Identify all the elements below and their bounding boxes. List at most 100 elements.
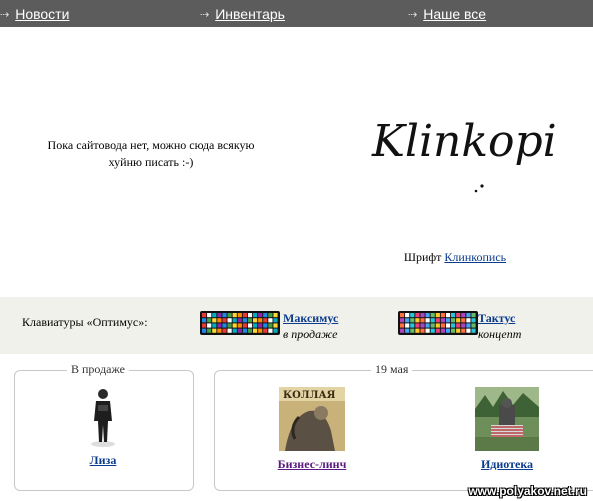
- keyboard-key: [451, 323, 456, 328]
- keyboard-key: [263, 318, 268, 323]
- keyboard-key: [273, 323, 278, 328]
- keyboard-key: [212, 318, 217, 323]
- keyboard-key: [415, 318, 420, 323]
- keyboard-key: [212, 313, 217, 318]
- nav-link-inventory[interactable]: Инвентарь: [215, 6, 285, 22]
- keyboard-key: [212, 328, 217, 333]
- keyboard-key: [456, 328, 461, 333]
- nav-link-news[interactable]: Новости: [15, 6, 69, 22]
- product-item-liza: Лиза: [73, 387, 133, 468]
- cover-title: КОЛЛАЯ: [283, 390, 336, 401]
- keyboard-key: [207, 323, 212, 328]
- keyboard-key: [471, 318, 476, 323]
- business-lunch-link[interactable]: Бизнес-линч: [278, 457, 347, 471]
- keyboard-key: [258, 323, 263, 328]
- keyboard-key: [263, 313, 268, 318]
- keyboard-key: [217, 313, 222, 318]
- keyboard-key: [420, 328, 425, 333]
- keyboard-key: [273, 313, 278, 318]
- keyboard-key: [445, 328, 451, 333]
- keyboard-key: [425, 313, 430, 318]
- maximus-keyboard-image[interactable]: [200, 311, 280, 335]
- keyboard-key: [227, 328, 232, 333]
- keyboard-key: [415, 328, 420, 333]
- keyboard-key: [258, 318, 263, 323]
- keyboard-key: [232, 318, 237, 323]
- keyboard-key: [247, 313, 253, 318]
- liza-figure-image[interactable]: [88, 387, 118, 447]
- keyboard-key: [247, 323, 253, 328]
- liza-link[interactable]: Лиза: [90, 453, 117, 467]
- keyboard-key: [451, 328, 456, 333]
- nav-item-our-all[interactable]: ⇢ Наше все: [408, 5, 486, 23]
- keyboard-key: [227, 318, 232, 323]
- keyboard-key: [435, 313, 440, 318]
- keyboard-key: [263, 323, 268, 328]
- keyboard-key: [451, 313, 456, 318]
- nav-item-inventory[interactable]: ⇢ Инвентарь: [200, 5, 285, 23]
- keyboard-key: [400, 328, 405, 333]
- idioteka-link[interactable]: Идиотека: [481, 457, 533, 471]
- keyboard-key: [430, 328, 435, 333]
- keyboard-key: [253, 313, 258, 318]
- on-sale-legend: В продаже: [67, 362, 129, 377]
- logo-text: Klinkopis: [371, 116, 556, 167]
- arrow-right-icon: ⇢: [0, 7, 10, 21]
- keyboard-key: [435, 323, 440, 328]
- keyboard-key: [222, 328, 227, 333]
- product-item-business-lunch: КОЛЛАЯ Бизнес-линч: [267, 387, 357, 472]
- keyboard-key: [268, 323, 273, 328]
- keyboard-key: [237, 313, 242, 318]
- keyboard-key: [466, 323, 471, 328]
- nav-link-our-all[interactable]: Наше все: [423, 6, 486, 22]
- keyboard-key: [445, 318, 451, 323]
- keyboard-key: [430, 323, 435, 328]
- keyboard-key: [471, 313, 476, 318]
- keyboard-key: [217, 318, 222, 323]
- keyboard-key: [202, 323, 207, 328]
- keyboard-key: [440, 318, 445, 323]
- tactus-keyboard-image[interactable]: [398, 311, 478, 335]
- keyboard-key: [207, 328, 212, 333]
- keyboard-key: [420, 323, 425, 328]
- keyboard-key: [461, 323, 466, 328]
- keyboard-key: [415, 323, 420, 328]
- keyboard-key: [232, 328, 237, 333]
- keyboard-key: [405, 328, 410, 333]
- keyboard-key: [202, 313, 207, 318]
- maximus-link[interactable]: Максимус: [283, 311, 338, 326]
- keyboard-key: [440, 323, 445, 328]
- keyboard-key: [258, 328, 263, 333]
- top-nav: ⇢ Новости ⇢ Инвентарь ⇢ Наше все: [0, 0, 593, 27]
- keyboard-key: [400, 313, 405, 318]
- maximus-note: в продаже: [283, 327, 338, 341]
- keyboard-key: [400, 318, 405, 323]
- keyboard-key: [253, 318, 258, 323]
- nav-item-news[interactable]: ⇢ Новости: [0, 5, 69, 23]
- tactus-link[interactable]: Тактус: [478, 311, 515, 326]
- arrow-right-icon: ⇢: [408, 7, 418, 21]
- keyboard-key: [451, 318, 456, 323]
- product-item-idioteka: Идиотека: [467, 387, 547, 472]
- keyboard-key: [425, 323, 430, 328]
- keyboard-key: [232, 313, 237, 318]
- idioteka-photo-image[interactable]: [475, 387, 539, 451]
- keyboard-key: [466, 318, 471, 323]
- keyboard-key: [400, 323, 405, 328]
- font-credit-link[interactable]: Клинкопись: [444, 250, 506, 264]
- keyboard-key: [202, 318, 207, 323]
- keyboard-key: [440, 313, 445, 318]
- keyboards-title: Клавиатуры «Оптимус»:: [22, 315, 148, 329]
- keyboard-key: [258, 313, 263, 318]
- keyboard-key: [435, 318, 440, 323]
- business-lunch-cover-image[interactable]: КОЛЛАЯ: [279, 387, 345, 451]
- keyboard-key: [456, 323, 461, 328]
- keyboard-key: [212, 323, 217, 328]
- keyboard-key: [430, 313, 435, 318]
- tactus-note: концепт: [478, 327, 522, 341]
- keyboard-key: [415, 313, 420, 318]
- keyboard-key: [471, 323, 476, 328]
- keyboard-key: [242, 323, 247, 328]
- keyboard-key: [247, 328, 253, 333]
- keyboard-key: [461, 328, 466, 333]
